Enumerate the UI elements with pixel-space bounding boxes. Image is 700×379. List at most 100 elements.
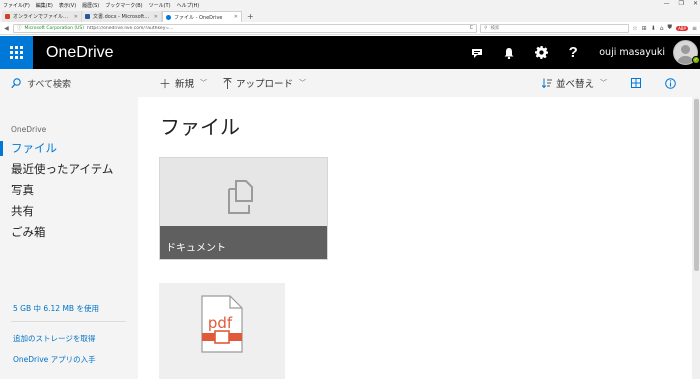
documents-folder-icon xyxy=(228,180,253,214)
new-label: 新規 xyxy=(175,79,195,90)
onedrive-favicon-icon xyxy=(166,14,171,20)
browser-tab-active[interactable]: ファイル - OneDrive ✕ xyxy=(162,11,242,22)
browser-tab[interactable]: オンラインでファイルを共有する ✕ xyxy=(2,11,82,22)
page-title: ファイル xyxy=(160,115,240,139)
maximize-button[interactable]: ❐ xyxy=(679,0,684,7)
menu-history[interactable]: 履歴(S) xyxy=(82,2,99,9)
reload-icon[interactable]: C xyxy=(470,25,474,31)
home-icon[interactable]: ⌂ xyxy=(660,25,664,32)
upload-label: アップロード xyxy=(236,79,294,90)
upload-arrow-icon xyxy=(223,77,232,89)
nav-item-recycle-bin[interactable]: ごみ箱 xyxy=(0,222,138,243)
toolbar-icons: ☆ ⊞ ⬇ ⌂ ⛊ ABP ≡ xyxy=(632,24,697,32)
browser-menubar: ファイル(F) 編集(E) 表示(V) 履歴(S) ブックマーク(B) ツール(… xyxy=(0,0,700,10)
chevron-down-icon: ﹀ xyxy=(200,79,208,87)
window-controls: — ❐ ✕ xyxy=(664,0,698,7)
help-icon: ? xyxy=(568,44,578,61)
waffle-icon xyxy=(10,46,23,59)
main-scrollbar[interactable] xyxy=(692,97,700,379)
tab-close-icon[interactable]: ✕ xyxy=(74,14,78,20)
back-icon[interactable]: ◀ xyxy=(3,25,10,32)
search-everything-label: すべて検索 xyxy=(27,79,72,90)
browser-tabbar: オンラインでファイルを共有する ✕ 文書.docx - Microsoft Wo… xyxy=(0,10,700,22)
menu-view[interactable]: 表示(V) xyxy=(59,2,76,9)
close-window-button[interactable]: ✕ xyxy=(693,0,698,7)
settings-button[interactable] xyxy=(525,36,557,69)
avatar-head xyxy=(681,45,690,54)
browser-search-field[interactable]: ⚲ 検索 xyxy=(480,23,630,33)
tiles-view-icon[interactable] xyxy=(631,78,641,88)
scrollbar-thumb[interactable] xyxy=(693,99,699,271)
menu-file[interactable]: ファイル(F) xyxy=(3,2,30,9)
get-apps-link[interactable]: OneDrive アプリの入手 xyxy=(13,354,96,365)
sort-label: 並べ替え xyxy=(555,79,594,90)
bell-icon xyxy=(504,47,514,59)
tab-label: ファイル - OneDrive xyxy=(174,14,223,21)
notifications-button[interactable] xyxy=(493,36,525,69)
browser-navbar: ◀ ⓘ Microsoft Corporation (US) https://o… xyxy=(0,22,700,35)
help-button[interactable]: ? xyxy=(557,36,589,69)
main-content: ファイル 7 ドキュメント pdf xyxy=(138,97,692,379)
suite-bar: OneDrive ? ouji masayuki xyxy=(0,36,700,69)
sort-icon xyxy=(541,78,552,88)
pdf-icon-label: pdf xyxy=(208,314,233,332)
command-bar-right: 並べ替え ﹀ xyxy=(541,76,676,90)
info-icon[interactable]: ⓘ xyxy=(17,25,22,31)
nav-item-files[interactable]: ファイル xyxy=(0,138,138,159)
new-button[interactable]: ＋ 新規 ﹀ xyxy=(159,75,207,92)
nav-item-recent[interactable]: 最近使ったアイテム xyxy=(0,159,138,180)
search-everything-box[interactable]: すべて検索 xyxy=(0,69,138,97)
tab-label: 文書.docx - Microsoft Word xyxy=(93,14,151,20)
brand-title[interactable]: OneDrive xyxy=(46,44,114,62)
word-favicon-icon xyxy=(85,14,90,19)
menu-help[interactable]: ヘルプ(H) xyxy=(177,2,200,9)
gear-icon xyxy=(534,46,548,59)
search-icon xyxy=(11,77,21,88)
download-icon[interactable]: ⬇ xyxy=(651,25,656,32)
library-icon[interactable]: ⊞ xyxy=(642,25,647,32)
menu-tools[interactable]: ツール(T) xyxy=(149,2,171,9)
tab-close-icon[interactable]: ✕ xyxy=(154,14,158,20)
command-bar: ＋ 新規 ﹀ アップロード ﹀ 並べ替え ﹀ xyxy=(138,69,700,97)
new-tab-button[interactable]: + xyxy=(242,11,259,22)
nav-item-shared[interactable]: 共有 xyxy=(0,201,138,222)
presence-status-icon: ✓ xyxy=(692,56,700,64)
get-more-storage-link[interactable]: 追加のストレージを取得 xyxy=(13,333,95,344)
menu-bookmarks[interactable]: ブックマーク(B) xyxy=(105,2,142,9)
search-placeholder: 検索 xyxy=(490,26,500,31)
nav-divider xyxy=(11,321,126,322)
upload-button[interactable]: アップロード ﹀ xyxy=(223,76,306,90)
office-favicon-icon xyxy=(5,14,10,19)
minimize-button[interactable]: — xyxy=(664,0,670,7)
folder-name: ドキュメント xyxy=(166,243,226,254)
user-name[interactable]: ouji masayuki xyxy=(599,47,665,58)
browser-tab[interactable]: 文書.docx - Microsoft Word ✕ xyxy=(82,11,162,22)
url-text[interactable]: https://onedrive.live.com/?authkey=... xyxy=(87,26,467,31)
pdf-file-icon: pdf xyxy=(201,295,243,353)
plus-icon: ＋ xyxy=(159,76,172,91)
pocket-icon[interactable]: ⛊ xyxy=(668,24,673,32)
feedback-button[interactable] xyxy=(461,36,493,69)
chat-bubble-icon xyxy=(472,48,483,58)
chevron-down-icon: ﹀ xyxy=(600,79,607,87)
storage-usage-link[interactable]: 5 GB 中 6.12 MB を使用 xyxy=(13,303,99,314)
search-icon: ⚲ xyxy=(484,25,488,31)
pdf-file-tile[interactable]: pdf xyxy=(159,283,285,379)
nav-heading: OneDrive xyxy=(11,125,47,134)
suite-actions: ? ouji masayuki xyxy=(461,36,700,69)
hamburger-menu-icon[interactable]: ≡ xyxy=(692,25,697,32)
info-pane-icon[interactable] xyxy=(665,77,676,89)
sort-button[interactable]: 並べ替え ﹀ xyxy=(541,76,607,90)
left-nav: すべて検索 OneDrive ファイル 最近使ったアイテム 写真 共有 ごみ箱 … xyxy=(0,69,138,379)
url-bar[interactable]: ⓘ Microsoft Corporation (US) https://one… xyxy=(12,23,478,33)
bookmark-star-icon[interactable]: ☆ xyxy=(632,25,637,32)
menu-edit[interactable]: 編集(E) xyxy=(36,2,53,9)
tab-close-icon[interactable]: ✕ xyxy=(234,14,238,20)
folder-tile[interactable]: 7 ドキュメント xyxy=(159,157,328,260)
chevron-down-icon: ﹀ xyxy=(299,79,307,87)
adblock-icon[interactable]: ABP xyxy=(676,25,688,31)
nav-item-photos[interactable]: 写真 xyxy=(0,180,138,201)
tab-label: オンラインでファイルを共有する xyxy=(13,14,71,20)
secure-identity-label[interactable]: Microsoft Corporation (US) xyxy=(24,26,84,31)
app-launcher-button[interactable] xyxy=(0,36,33,69)
